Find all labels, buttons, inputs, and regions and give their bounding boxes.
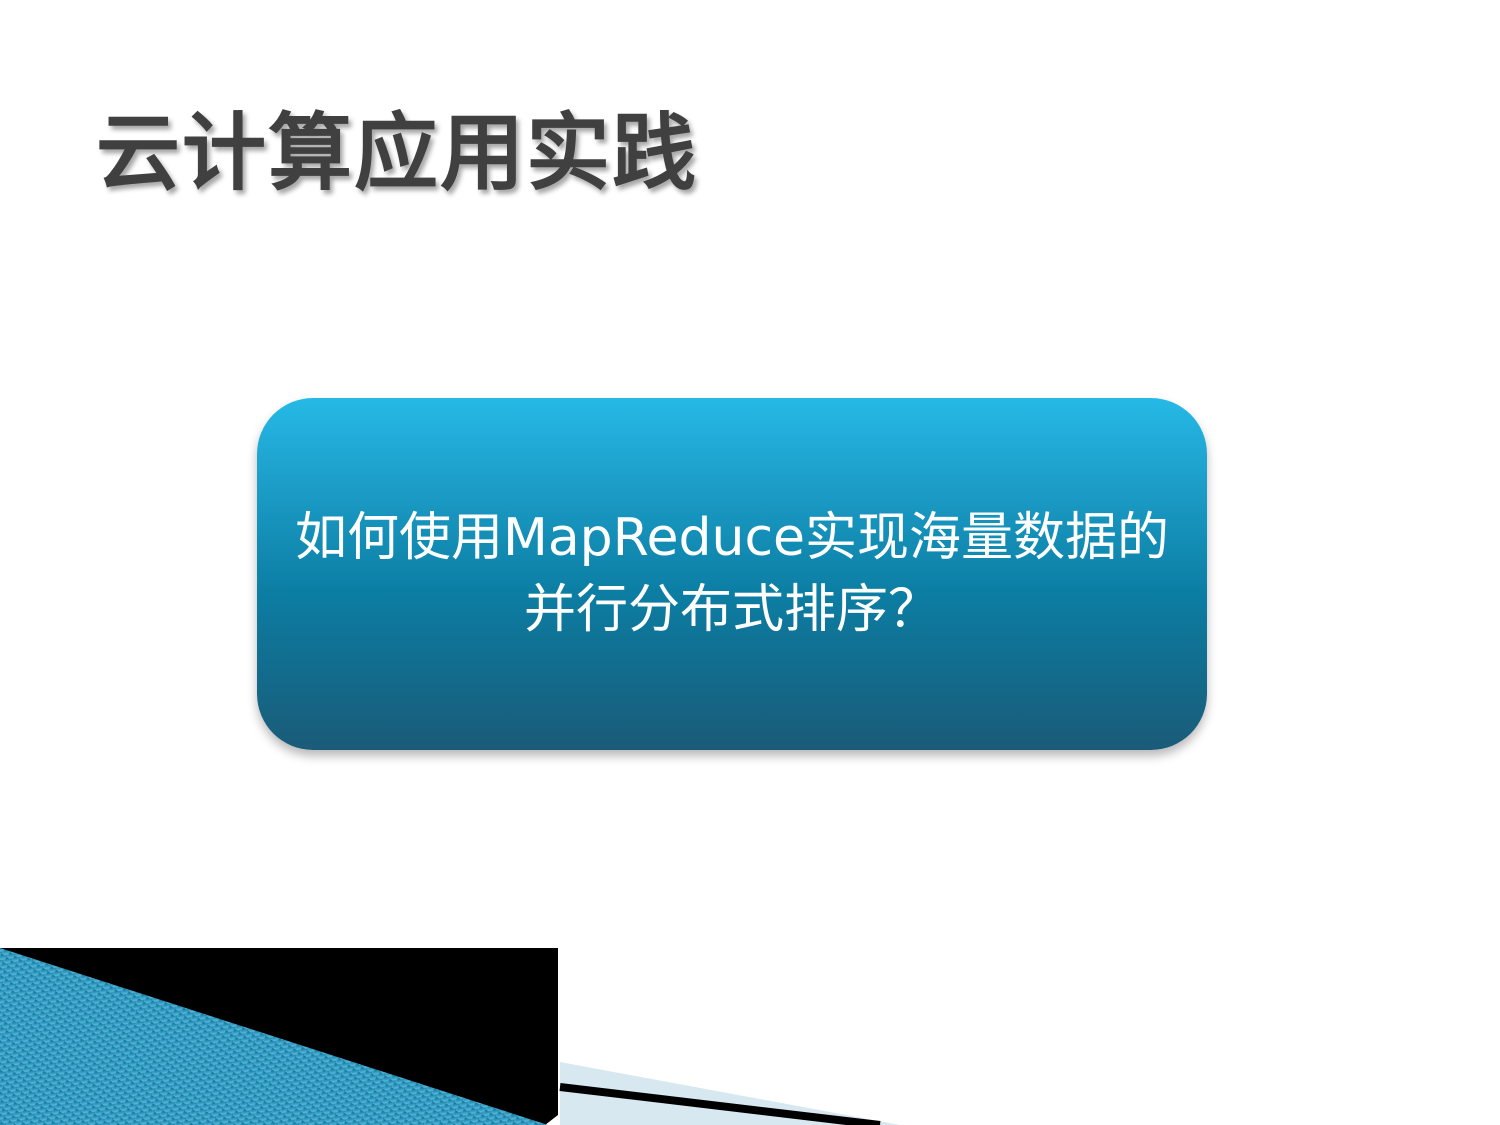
question-text: 如何使用MapReduce实现海量数据的并行分布式排序？ — [294, 508, 1170, 640]
slide: 云计算应用实践 如何使用MapReduce实现海量数据的并行分布式排序？ — [0, 0, 1500, 1125]
slide-title: 云计算应用实践 — [96, 104, 699, 202]
question-box: 如何使用MapReduce实现海量数据的并行分布式排序？ — [257, 398, 1207, 750]
corner-decoration — [0, 948, 900, 1125]
